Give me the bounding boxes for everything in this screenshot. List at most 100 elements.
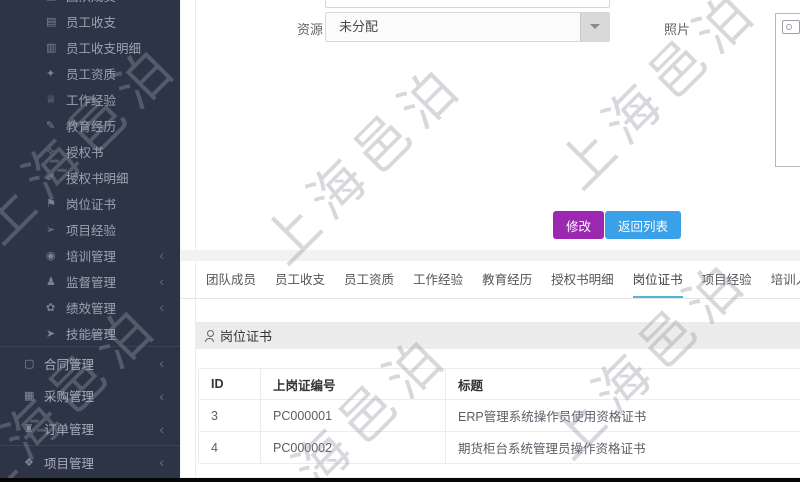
table-column-header: ID bbox=[198, 368, 261, 400]
project-icon: ❖ bbox=[24, 456, 34, 469]
tab-员工资质[interactable]: 员工资质 bbox=[344, 261, 394, 298]
authorization-icon: ✧ bbox=[46, 145, 56, 158]
training-icon: ◉ bbox=[46, 249, 56, 262]
sidebar-item-岗位证书[interactable]: ⚑ 岗位证书 bbox=[0, 190, 180, 216]
table-cell: PC000001 bbox=[260, 399, 446, 432]
table-cell: 3 bbox=[198, 399, 261, 432]
collapse-chevron-icon: ‹ bbox=[159, 299, 164, 315]
sidebar-item-项目管理[interactable]: ❖ 项目管理 ‹ bbox=[0, 445, 180, 478]
sidebar-item-授权书明细[interactable]: ✐ 授权书明细 bbox=[0, 164, 180, 190]
education-icon: ✎ bbox=[46, 119, 56, 132]
collapse-chevron-icon: ‹ bbox=[159, 355, 164, 371]
sidebar-item-label: 绩效管理 bbox=[66, 301, 117, 316]
sidebar-item-label: 合同管理 bbox=[44, 357, 95, 372]
sidebar-item-授权书[interactable]: ✧ 授权书 bbox=[0, 138, 180, 164]
sidebar-item-采购管理[interactable]: ▦ 采购管理 ‹ bbox=[0, 379, 180, 412]
collapse-chevron-icon: ‹ bbox=[159, 273, 164, 289]
person-icon bbox=[205, 329, 214, 342]
performance-icon: ✿ bbox=[46, 301, 56, 314]
back-to-list-button[interactable]: 返回列表 bbox=[605, 211, 682, 239]
tab-工作经验[interactable]: 工作经验 bbox=[413, 261, 463, 298]
sidebar-item-label: 岗位证书 bbox=[66, 197, 117, 212]
team-icon: ▣ bbox=[46, 0, 66, 2]
image-placeholder-icon bbox=[782, 20, 800, 34]
collapse-chevron-icon: ‹ bbox=[159, 420, 164, 437]
certificate-table-head: ID 上岗证编号 标题 bbox=[198, 368, 800, 400]
truncated-top-input[interactable] bbox=[325, 0, 610, 8]
sidebar-item-绩效管理[interactable]: ✿ 绩效管理 ‹ bbox=[0, 294, 180, 320]
sidebar-item-label: 项目管理 bbox=[44, 456, 95, 471]
chevron-down-icon bbox=[580, 13, 609, 41]
sidebar-item-合同管理[interactable]: ▢ 合同管理 ‹ bbox=[0, 346, 180, 379]
table-cell: 4 bbox=[198, 431, 261, 464]
sidebar-item-订单管理[interactable]: ♜ 订单管理 ‹ bbox=[0, 412, 180, 445]
table-cell: ERP管理系统操作员使用资格证书 bbox=[445, 399, 800, 432]
work-experience-icon: ♕ bbox=[46, 93, 56, 106]
sidebar-item-label: 项目经验 bbox=[66, 223, 117, 238]
window-bottom-edge bbox=[0, 478, 800, 482]
sidebar-item-团队成员[interactable]: ▣团队成员 bbox=[0, 0, 180, 8]
sidebar-item-label: 团队成员 bbox=[66, 0, 116, 5]
sidebar-item-label: 监督管理 bbox=[66, 275, 117, 290]
tab-员工收支[interactable]: 员工收支 bbox=[275, 261, 325, 298]
table-row: 3 PC000001 ERP管理系统操作员使用资格证书 bbox=[198, 399, 800, 432]
collapse-chevron-icon: ‹ bbox=[159, 454, 164, 470]
table-row: 4 PC000002 期货柜台系统管理员操作资格证书 bbox=[198, 431, 800, 464]
table-cell: PC000002 bbox=[260, 431, 446, 464]
sidebar-item-label: 教育经历 bbox=[66, 119, 117, 134]
post-certificate-icon: ⚑ bbox=[46, 197, 56, 210]
collapse-chevron-icon: ‹ bbox=[159, 387, 164, 404]
sidebar-item-label: 员工收支 bbox=[66, 15, 117, 30]
tab-授权书明细[interactable]: 授权书明细 bbox=[551, 261, 614, 298]
skill-icon: ➤ bbox=[46, 327, 56, 340]
sidebar-item-label: 员工资质 bbox=[66, 67, 117, 82]
table-cell: 期货柜台系统管理员操作资格证书 bbox=[445, 431, 800, 464]
tab-项目经验[interactable]: 项目经验 bbox=[702, 261, 752, 298]
detail-tabs: 团队成员员工收支员工资质工作经验教育经历授权书明细岗位证书项目经验培训人员 bbox=[181, 261, 800, 299]
payroll-detail-icon: ▥ bbox=[46, 41, 57, 54]
sidebar-item-员工资质[interactable]: ✦ 员工资质 bbox=[0, 60, 180, 86]
sidebar-item-项目经验[interactable]: ➢ 项目经验 bbox=[0, 216, 180, 242]
order-icon: ♜ bbox=[24, 423, 34, 435]
sidebar-item-label: 技能管理 bbox=[66, 327, 117, 342]
tab-岗位证书[interactable]: 岗位证书 bbox=[632, 261, 683, 298]
sidebar-item-员工收支[interactable]: ▤ 员工收支 bbox=[0, 8, 180, 34]
sidebar-item-培训管理[interactable]: ◉ 培训管理 ‹ bbox=[0, 242, 180, 268]
photo-upload-box[interactable] bbox=[775, 13, 800, 167]
payroll-icon: ▤ bbox=[46, 15, 57, 28]
sidebar-item-label: 授权书 bbox=[66, 145, 104, 160]
sidebar-item-label: 采购管理 bbox=[44, 390, 95, 404]
project-experience-icon: ➢ bbox=[46, 223, 56, 236]
section-header: 岗位证书 bbox=[196, 322, 800, 349]
record-form-panel: 资源 未分配 照片 修改 返回列表 bbox=[181, 0, 800, 250]
modify-button[interactable]: 修改 bbox=[553, 211, 605, 239]
sidebar-item-label: 培训管理 bbox=[66, 249, 117, 264]
certificate-table-body: 3 PC000001 ERP管理系统操作员使用资格证书 4 PC000002 期货柜台系统… bbox=[198, 399, 800, 464]
supervision-icon: ♟ bbox=[46, 275, 56, 288]
collapse-chevron-icon: ‹ bbox=[159, 247, 164, 263]
sidebar-item-label: 工作经验 bbox=[66, 93, 117, 108]
sidebar-item-工作经验[interactable]: ♕ 工作经验 bbox=[0, 86, 180, 112]
qualification-icon: ✦ bbox=[46, 67, 56, 80]
resource-label: 资源 bbox=[296, 22, 323, 37]
table-column-header: 上岗证编号 bbox=[260, 368, 446, 400]
tab-团队成员[interactable]: 团队成员 bbox=[206, 261, 256, 298]
sidebar-item-label: 授权书明细 bbox=[66, 171, 129, 186]
tab-培训人员[interactable]: 培训人员 bbox=[771, 261, 800, 298]
table-column-header: 标题 bbox=[445, 368, 800, 400]
sidebar-item-教育经历[interactable]: ✎ 教育经历 bbox=[0, 112, 180, 138]
contract-icon: ▢ bbox=[24, 357, 35, 370]
table-header-row: ID 上岗证编号 标题 bbox=[198, 368, 800, 400]
sidebar-nav: ▣团队成员 ▤ 员工收支 ▥ 员工收支明细 ✦ 员工资质 ♕ 工作经验 ✎ 教育经历 ✧ 授权书 ✐ 授权书… bbox=[0, 0, 180, 482]
tab-教育经历[interactable]: 教育经历 bbox=[482, 261, 532, 298]
sidebar-item-技能管理[interactable]: ➤ 技能管理 bbox=[0, 320, 180, 346]
sidebar-item-员工收支明细[interactable]: ▥ 员工收支明细 bbox=[0, 34, 180, 60]
resource-select[interactable]: 未分配 bbox=[325, 12, 610, 42]
photo-label: 照片 bbox=[663, 22, 690, 37]
certificate-table: ID 上岗证编号 标题 3 PC000001 ERP管理系统操作员使用资格证书 4 PC00… bbox=[198, 368, 800, 464]
sidebar-item-label: 订单管理 bbox=[44, 423, 95, 437]
resource-select-value: 未分配 bbox=[339, 19, 379, 34]
procurement-icon: ▦ bbox=[24, 390, 35, 402]
sidebar-item-监督管理[interactable]: ♟ 监督管理 ‹ bbox=[0, 268, 180, 294]
authorization-detail-icon: ✐ bbox=[46, 171, 56, 184]
